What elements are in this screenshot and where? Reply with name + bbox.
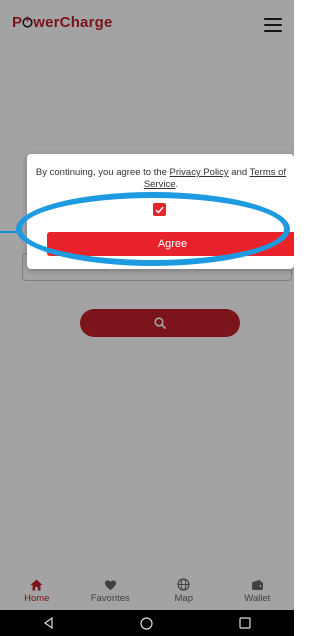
privacy-policy-link[interactable]: Privacy Policy	[170, 167, 229, 178]
consent-message: By continuing, you agree to the Privacy …	[35, 167, 287, 190]
modal-backdrop	[0, 0, 294, 610]
back-icon[interactable]	[43, 617, 55, 629]
recents-square-icon[interactable]	[239, 617, 251, 629]
annotation-highlight-ellipse	[16, 192, 290, 266]
app-screen: PwerCharge Home Favorites Map Wallet By …	[0, 0, 294, 636]
system-navigation-bar	[0, 610, 294, 636]
home-circle-icon[interactable]	[140, 616, 154, 630]
